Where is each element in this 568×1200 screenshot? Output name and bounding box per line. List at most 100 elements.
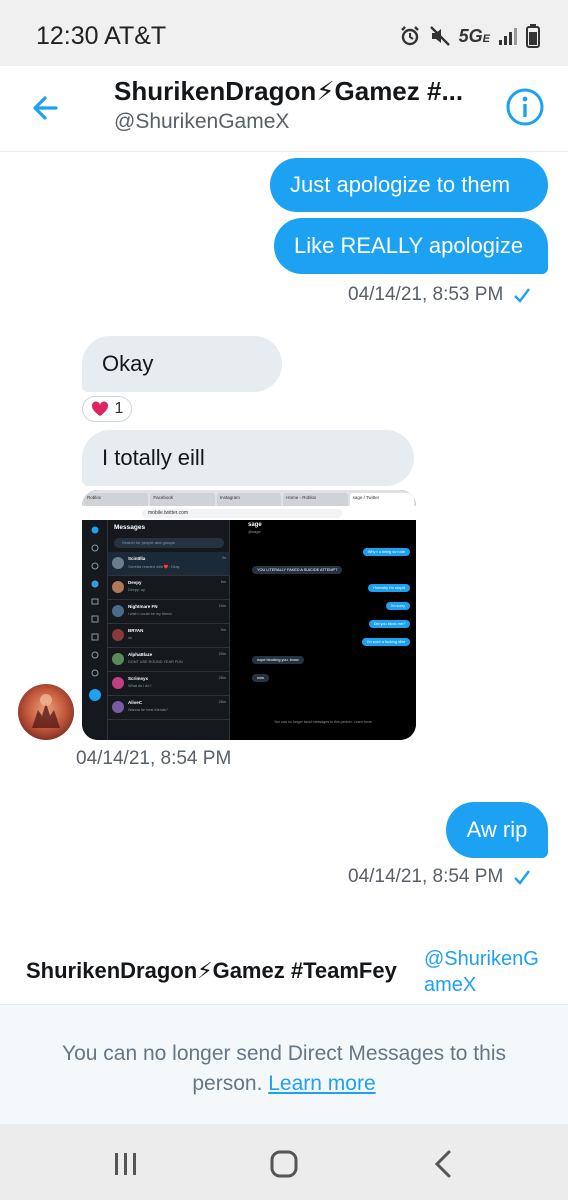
heart-icon [91,401,108,416]
network-indicator: 5GE [458,25,490,46]
screenshot-chat-bubble: I'm sorry [385,602,410,610]
footer-handle-line: ameX [424,974,477,996]
screenshot-conversation-name: Devpy [128,580,142,585]
reaction-count: 1 [114,400,124,417]
screenshot-tab: Home - Roblox [283,493,348,506]
screenshot-address-bar: mobile.twitter.com [82,506,416,520]
screenshot-icon-rail [82,520,108,740]
conversation-header: ShurikenDragon⚡Gamez #... @ShurikenGameX [0,66,568,152]
screenshot-chat-bubble: Why r u being so rude [362,548,410,556]
screenshot-conversation-row: Scrimsyx What do i do? 25m [108,672,230,696]
screenshot-conversation-avatar [112,557,124,569]
screenshot-chat-bubble: YOU LITERALLY FAKED A SUICIDE ATTEMPT [252,566,343,574]
screenshot-conversation-avatar [112,629,124,641]
message-timestamp: 04/14/21, 8:53 PM [348,284,531,306]
screenshot-url: mobile.twitter.com [142,509,342,518]
screenshot-conversation-preview: DONT USE ROUND YEAR FUN [128,660,183,664]
screenshot-chat-bubble: I'm such a fucking idiot [361,638,410,646]
screenshot-conversation-name: BRYAN [128,628,144,633]
screenshot-tab-strip: Roblox Facebook Instagram Home - Roblox … [82,490,416,506]
info-icon[interactable] [504,86,546,128]
screenshot-conversation-preview: i wish i could be my friend [128,612,172,616]
home-icon[interactable] [264,1144,304,1184]
message-bubble-outgoing[interactable]: Like REALLY apologize [274,218,548,274]
screenshot-conversation-time: 25m [218,676,226,680]
screenshot-conversation-preview: ScintIlla reacted with ❤️: Okay [128,565,180,569]
screenshot-conversation-row: BRYAN ok 9m [108,624,230,648]
screenshot-chat-bubble: Honestly i'm stupid [368,584,410,592]
alarm-icon [400,26,419,46]
mute-icon [429,26,450,46]
battery-icon [526,24,540,48]
signal-icon [499,28,517,45]
recents-icon[interactable] [106,1144,146,1184]
screenshot-conversation-avatar [112,605,124,617]
dm-disabled-notice: You can no longer send Direct Messages t… [0,1004,568,1124]
footer-profile-handle[interactable]: @ShurikenG ameX [424,946,544,998]
screenshot-chat-name: sage [248,522,262,528]
message-bubble-outgoing[interactable]: Aw rip [446,802,548,858]
android-nav-bar [0,1124,568,1200]
screenshot-chat-bubble: nope blocking you. know [252,656,304,664]
screenshot-conversation-list: Messages Search for people and groups Sc… [108,520,230,740]
screenshot-conversation-time: 9m [220,628,226,632]
screenshot-conversation-row: ScintIlla ScintIlla reacted with ❤️: Okay… [108,552,230,576]
screenshot-chat-bubble: Did you block me? [368,620,410,628]
back-nav-icon[interactable] [424,1144,464,1184]
screenshot-conversation-preview: ok [128,636,133,640]
screenshot-conversation-avatar [112,677,124,689]
screenshot-conversation-name: AlphaBlaze [128,652,153,657]
screenshot-conversation-row: AliveC Wanna be best friends? 26m [108,696,230,720]
screenshot-chat-panel: sage @sage Why r u being so rude YOU LITE… [230,520,416,740]
check-icon [514,870,531,885]
reaction-badge[interactable]: 1 [82,396,132,422]
avatar[interactable] [18,684,74,740]
screenshot-conversation-name: Scrimsyx [128,676,149,681]
conversation-handle[interactable]: @ShurikenGameX [114,110,289,134]
conversation-name[interactable]: ShurikenDragon⚡Gamez #... [114,76,494,107]
notice-text: You can no longer send Direct Messages t… [0,1039,568,1099]
back-arrow-icon[interactable] [26,88,66,128]
status-time: 12:30 AT&T [36,22,167,50]
screenshot-chat-handle: @sage [248,529,261,534]
screenshot-conversation-row: AlphaBlaze DONT USE ROUND YEAR FUN 20m [108,648,230,672]
screenshot-conversation-preview: Wanna be best friends? [128,708,168,712]
footer-handle-line: @ShurikenG [424,948,539,970]
message-bubble-outgoing[interactable]: Just apologize to them [270,158,548,212]
message-bubble-incoming[interactable]: I totally eill [82,430,414,486]
screenshot-conversation-row: Devpy Devpy: ay 6m [108,576,230,600]
screenshot-chat-footer: You can no longer send messages to this … [274,720,372,724]
avatar-image [32,694,60,728]
screenshot-tab: Facebook [150,493,215,506]
screenshot-conversation-avatar [112,701,124,713]
message-bubble-incoming[interactable]: Okay [82,336,282,392]
learn-more-link[interactable]: Learn more [268,1072,375,1095]
footer-profile-name[interactable]: ShurikenDragon⚡Gamez #TeamFey [26,958,397,984]
screenshot-conversation-avatar [112,581,124,593]
screenshot-tab: sage / Twitter [349,493,415,506]
notice-line: You can no longer send Direct Messages t… [62,1042,506,1065]
screenshot-chat-bubble: now [252,674,269,682]
status-icons: 5GE [399,24,540,48]
screenshot-conversation-name: ScintIlla [128,556,146,561]
screenshot-conversation-time: 20m [218,652,226,656]
screenshot-conversation-row: Nightmare FN i wish i could be my friend 1… [108,600,230,624]
message-timestamp: 04/14/21, 8:54 PM [348,866,531,888]
screenshot-conversation-time: 6m [220,580,226,584]
screenshot-conversation-name: Nightmare FN [128,604,158,609]
screenshot-conversation-avatar [112,653,124,665]
notice-line: person. Learn more [192,1072,376,1095]
attached-screenshot-image[interactable]: Roblox Facebook Instagram Home - Roblox … [82,490,416,740]
screenshot-conversation-name: AliveC [128,700,143,705]
screenshot-conversation-preview: Devpy: ay [128,588,145,592]
screenshot-panel-title: Messages [114,524,146,531]
screenshot-search: Search for people and groups [114,538,224,548]
screenshot-conversation-time: 10m [218,604,226,608]
screenshot-tab: Roblox [84,493,149,506]
check-icon [514,288,531,303]
message-timestamp: 04/14/21, 8:54 PM [76,748,232,769]
screenshot-tab: Instagram [216,493,282,506]
screenshot-conversation-time: 26m [218,700,226,704]
screenshot-twitter-icon [89,526,101,701]
status-bar: 12:30 AT&T 5GE [0,0,568,66]
